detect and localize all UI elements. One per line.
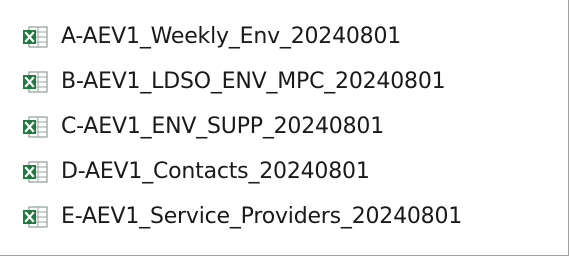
file-name: C-AEV1_ENV_SUPP_20240801 (61, 114, 384, 139)
excel-csv-file-icon (22, 71, 48, 93)
file-name: B-AEV1_LDSO_ENV_MPC_20240801 (61, 69, 446, 94)
excel-csv-file-icon (22, 26, 48, 48)
file-list: A-AEV1_Weekly_Env_20240801 B-AEV1_LDSO_E… (22, 14, 462, 239)
file-item[interactable]: C-AEV1_ENV_SUPP_20240801 (22, 104, 462, 149)
excel-csv-file-icon (22, 206, 48, 228)
excel-csv-file-icon (22, 116, 48, 138)
file-list-panel: A-AEV1_Weekly_Env_20240801 B-AEV1_LDSO_E… (0, 0, 569, 256)
file-name: A-AEV1_Weekly_Env_20240801 (61, 24, 402, 49)
excel-csv-file-icon (22, 161, 48, 183)
file-item[interactable]: A-AEV1_Weekly_Env_20240801 (22, 14, 462, 59)
file-item[interactable]: D-AEV1_Contacts_20240801 (22, 149, 462, 194)
file-item[interactable]: E-AEV1_Service_Providers_20240801 (22, 194, 462, 239)
file-name: E-AEV1_Service_Providers_20240801 (61, 204, 463, 229)
file-item[interactable]: B-AEV1_LDSO_ENV_MPC_20240801 (22, 59, 462, 104)
file-name: D-AEV1_Contacts_20240801 (61, 159, 370, 184)
